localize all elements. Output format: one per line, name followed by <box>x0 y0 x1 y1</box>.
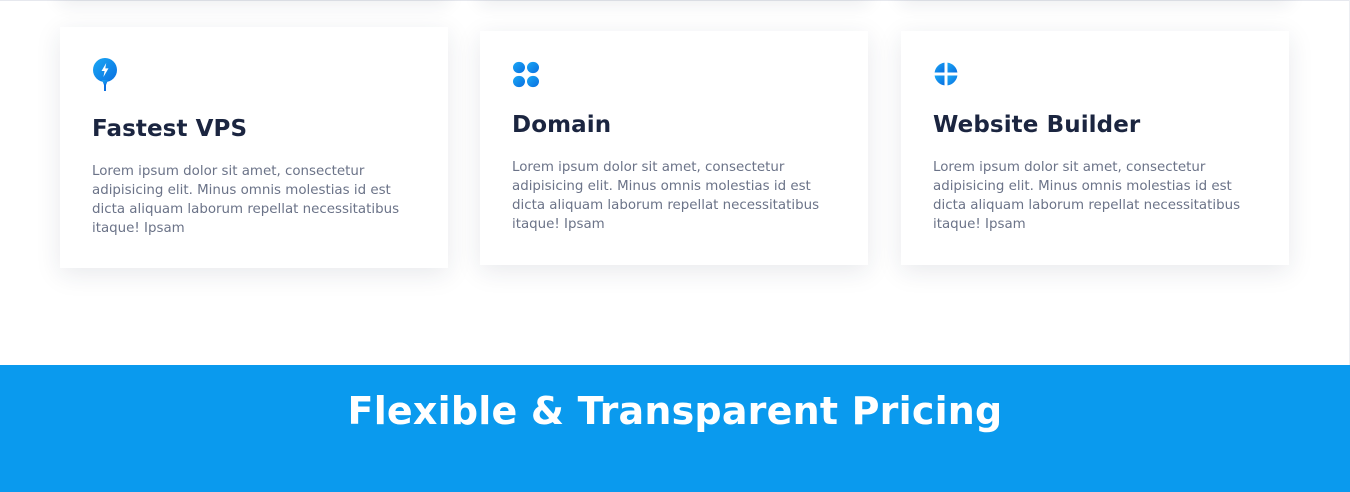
lightning-bolt-pin-icon <box>93 58 117 91</box>
card-title: Fastest VPS <box>92 116 248 142</box>
pricing-banner: Flexible & Transparent Pricing <box>0 365 1350 492</box>
card-description: Lorem ipsum dolor sit amet, consectetur … <box>92 164 400 236</box>
card-title: Domain <box>512 112 612 138</box>
card-description: Lorem ipsum dolor sit amet, consectetur … <box>512 160 820 232</box>
feature-card-fastest-vps: Fastest VPS Lorem ipsum dolor sit amet, … <box>60 27 448 268</box>
pricing-heading: Flexible & Transparent Pricing <box>347 389 1003 433</box>
feature-card-domain: Domain Lorem ipsum dolor sit amet, conse… <box>480 31 868 265</box>
four-dots-grid-icon <box>513 61 539 88</box>
top-divider <box>0 0 1349 1</box>
card-title: Website Builder <box>933 112 1141 138</box>
pie-chart-icon <box>934 62 958 86</box>
card-description: Lorem ipsum dolor sit amet, consectetur … <box>933 160 1241 232</box>
feature-card-website-builder: Website Builder Lorem ipsum dolor sit am… <box>901 31 1289 265</box>
